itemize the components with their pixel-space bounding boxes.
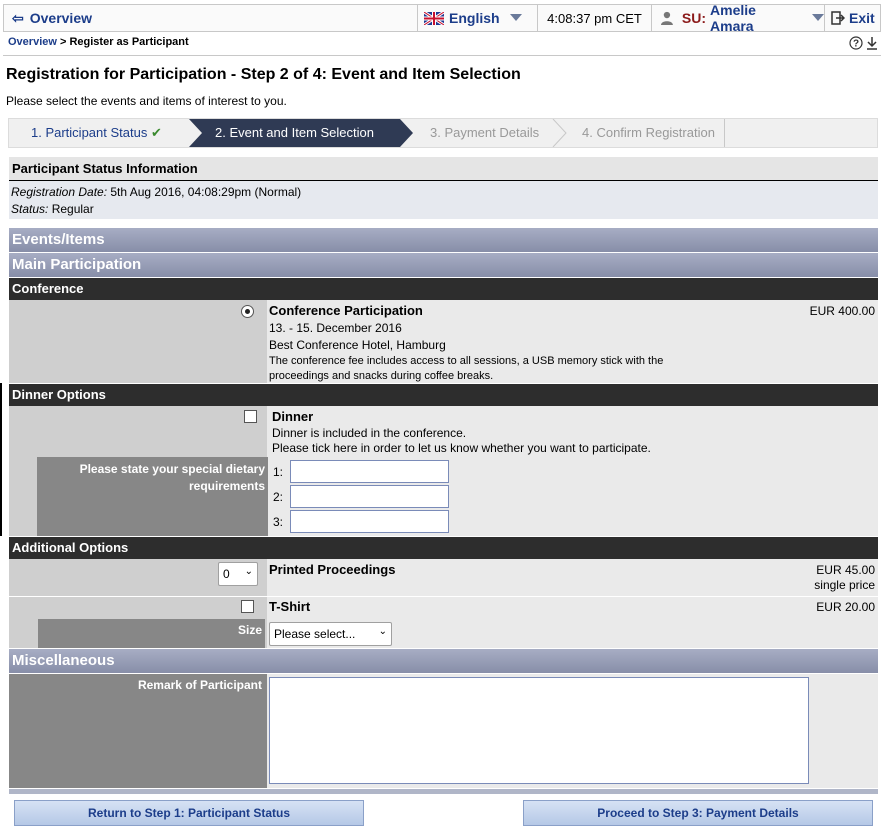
dinner-note: Please tick here in order to let us know… (272, 441, 651, 455)
step-3: 3. Payment Details (430, 125, 540, 140)
conference-desc: The conference fee includes access to al… (269, 355, 664, 367)
step-1[interactable]: 1. Participant Status ✔ (9, 119, 191, 147)
chevron-down-icon: ⌄ (244, 566, 253, 577)
conference-dates: 13. - 15. December 2016 (269, 321, 402, 335)
uk-flag-icon (424, 11, 444, 25)
remark-label: Remark of Participant (9, 674, 267, 788)
conference-title: Conference Participation (269, 303, 423, 318)
conference-desc: proceedings and snacks during coffee bre… (269, 370, 494, 382)
page-title: Registration for Participation - Step 2 … (6, 66, 521, 83)
section-conference: Conference (9, 278, 878, 300)
section-main-participation: Main Participation (9, 253, 878, 277)
user-menu[interactable]: SU: Amelie Amara (651, 2, 825, 34)
top-bar: ⇦ Overview English 4:08:37 pm CET SU: Am… (3, 2, 881, 34)
user-icon (660, 11, 673, 25)
dropdown-arrow-icon (509, 14, 522, 21)
diet-field-label: 2: (273, 490, 284, 504)
conference-row: Conference Participation 13. - 15. Decem… (9, 300, 878, 383)
section-additional-options: Additional Options (9, 537, 878, 559)
conference-price: EUR 400.00 (809, 304, 875, 318)
check-icon: ✔ (150, 125, 162, 140)
svg-text:?: ? (853, 39, 859, 50)
dinner-checkbox[interactable] (244, 410, 257, 423)
exit-button[interactable]: Exit (824, 5, 880, 31)
tshirt-price: EUR 20.00 (816, 600, 875, 614)
download-icon[interactable] (866, 36, 878, 50)
page-intro: Please select the events and items of in… (6, 94, 287, 108)
language-selector[interactable]: English (417, 5, 537, 31)
diet-field-label: 1: (273, 465, 284, 479)
size-label: Size (38, 619, 265, 648)
proceedings-row: 0 ⌄ Printed Proceedings EUR 45.00 single … (9, 559, 878, 596)
proceed-step3-button[interactable]: Proceed to Step 3: Payment Details (523, 800, 873, 826)
breadcrumb-overview-link[interactable]: Overview (8, 36, 57, 48)
step-wizard: 1. Participant Status ✔ 2. Event and Ite… (8, 118, 878, 148)
overview-link[interactable]: ⇦ Overview (4, 5, 99, 31)
tshirt-row: T-Shirt EUR 20.00 Size Please select... ⌄ (9, 597, 878, 648)
diet-field-3[interactable] (290, 510, 449, 533)
tshirt-checkbox[interactable] (241, 600, 254, 613)
diet-field-1[interactable] (290, 460, 449, 483)
conference-venue: Best Conference Hotel, Hamburg (269, 338, 446, 352)
return-step1-button[interactable]: Return to Step 1: Participant Status (14, 800, 364, 826)
section-dinner-options: Dinner Options (9, 384, 878, 406)
breadcrumb: Overview > Register as Participant (8, 36, 189, 48)
participant-status-info: Registration Date: 5th Aug 2016, 04:08:2… (9, 181, 878, 219)
dinner-note: Dinner is included in the conference. (272, 426, 467, 440)
proceedings-title: Printed Proceedings (269, 562, 396, 577)
step-separator (552, 119, 567, 147)
proceedings-price: EUR 45.00 (816, 563, 875, 577)
section-miscellaneous: Miscellaneous (9, 649, 878, 673)
exit-icon (831, 11, 845, 25)
proceedings-price-note: single price (814, 578, 875, 592)
dietary-requirements-label: Please state your special dietary requir… (37, 457, 268, 536)
step-2: 2. Event and Item Selection (215, 125, 374, 140)
tshirt-title: T-Shirt (269, 599, 311, 614)
diet-field-2[interactable] (290, 485, 449, 508)
step-4: 4. Confirm Registration (582, 125, 715, 140)
remark-row: Remark of Participant (9, 674, 878, 788)
participant-status-heading: Participant Status Information (9, 157, 878, 181)
size-select[interactable]: Please select... ⌄ (269, 622, 392, 646)
chevron-down-icon: ⌄ (378, 626, 387, 637)
back-arrow-icon: ⇦ (12, 9, 24, 26)
proceedings-quantity-select[interactable]: 0 ⌄ (218, 562, 258, 586)
help-icon[interactable]: ? (849, 36, 863, 50)
remark-textarea[interactable] (269, 677, 809, 784)
clock: 4:08:37 pm CET (537, 5, 651, 31)
help-tools: ? (849, 36, 878, 50)
dinner-title: Dinner (272, 409, 314, 424)
conference-radio[interactable] (241, 305, 254, 318)
section-events-items: Events/Items (9, 228, 878, 252)
diet-field-label: 3: (273, 515, 284, 529)
dinner-row: Dinner Dinner is included in the confere… (9, 406, 878, 536)
dropdown-arrow-icon (812, 14, 825, 21)
